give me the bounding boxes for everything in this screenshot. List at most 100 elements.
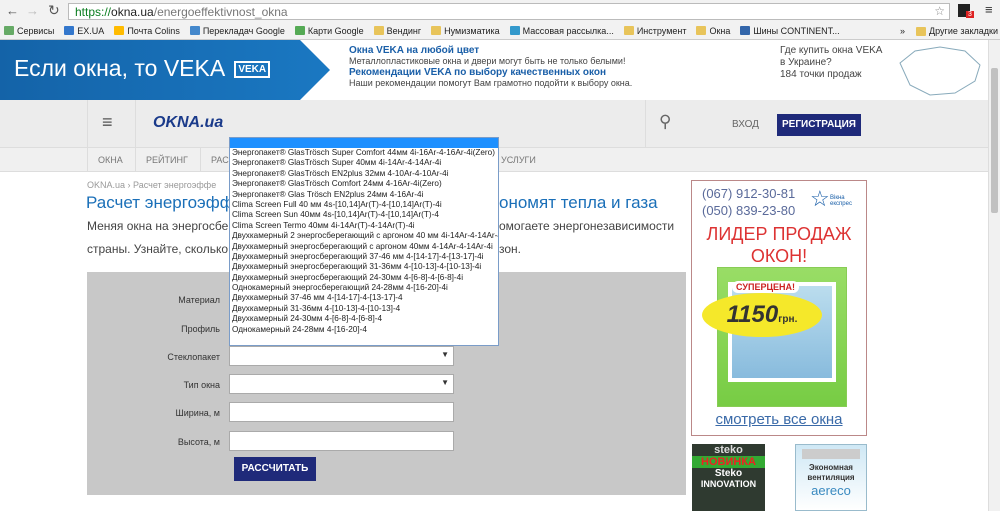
steko-new: НОВИНКА <box>692 456 765 468</box>
bookmark-item[interactable]: Почта Colins <box>114 26 180 36</box>
ad-phone: (067) 912-30-81 <box>702 186 796 201</box>
bookmark-item[interactable]: Перекладач Google <box>189 25 285 36</box>
menu-icon[interactable]: ≡ <box>985 2 993 17</box>
page-scrollbar[interactable] <box>988 40 1000 511</box>
dropdown-option[interactable]: Двухкамерный 24-30мм 4-[6-8]-4-[6-8]-4 <box>230 314 498 324</box>
dropdown-option[interactable]: Однокамерный 24-28мм 4-[16-20]-4 <box>230 325 498 335</box>
height-label: Высота, м <box>177 437 220 447</box>
bookmark-item[interactable]: Шины CONTINENT... <box>740 26 840 36</box>
other-bookmarks[interactable]: » Другие закладки <box>900 26 998 36</box>
width-input[interactable] <box>229 402 454 422</box>
bookmark-folder[interactable]: Вендинг <box>373 25 422 36</box>
calculate-button[interactable]: РАССЧИТАТЬ <box>234 457 316 481</box>
dropdown-option[interactable]: Двухкамерный энергосберегающий с аргоном… <box>230 242 498 252</box>
folder-icon <box>431 26 442 35</box>
ad-phone: (050) 839-23-80 <box>702 203 796 218</box>
nav-item-okna[interactable]: ОКНА <box>87 148 133 172</box>
bookmark-label: Вендинг <box>386 25 422 36</box>
banner-slogan-block: Если окна, то VEKA VEKA <box>0 40 330 100</box>
ad-link-all-windows[interactable]: смотреть все окна <box>692 411 866 428</box>
dropdown-option[interactable]: Clima Screen Sun 40мм 4s-[10,14]Ar(T)-4-… <box>230 210 498 220</box>
dropdown-option[interactable] <box>230 138 498 148</box>
ad-brand: Вікна експрес <box>830 195 852 207</box>
aereco-ad[interactable]: Экономная вентиляция aereco <box>795 444 867 511</box>
ad-headline: ЛИДЕР ПРОДАЖ <box>706 224 852 244</box>
search-icon[interactable]: ⚲ <box>659 112 671 132</box>
intro-text: зон. <box>499 242 522 256</box>
glazing-select[interactable]: ▼ <box>229 346 454 366</box>
folder-icon <box>373 26 384 35</box>
height-input[interactable] <box>229 431 454 451</box>
banner-where: в Украине? <box>780 57 832 68</box>
dropdown-option[interactable]: Энергопакет® GlasTrösch Super Comfort 44… <box>230 148 498 158</box>
breadcrumb[interactable]: OKNA.ua › Расчет энергоэффе <box>87 180 216 190</box>
bookmark-label: Перекладач Google <box>202 25 285 36</box>
dropdown-option[interactable]: Однокамерный энергосберегающий 24-28мм 4… <box>230 283 498 293</box>
bookmark-label: Нумизматика <box>444 25 500 36</box>
site-logo[interactable]: OKNA.ua <box>153 114 223 132</box>
bookmarks-bar: Сервисы EX.UA Почта Colins Перекладач Go… <box>0 22 1000 40</box>
bookmark-star-icon[interactable]: ☆ <box>934 4 945 18</box>
dropdown-option[interactable]: Энергопакет® GlasTrösch Super 40мм 4i-14… <box>230 158 498 168</box>
register-button[interactable]: РЕГИСТРАЦИЯ <box>777 114 861 136</box>
site-icon <box>114 26 125 35</box>
bookmark-label: EX.UA <box>77 25 105 36</box>
nav-item-rating[interactable]: РЕЙТИНГ <box>135 148 198 172</box>
width-label: Ширина, м <box>175 408 220 418</box>
back-icon[interactable]: ← <box>6 3 19 18</box>
intro-text: Меняя окна на энергосбере <box>87 219 242 233</box>
url-path: /energoeffektivnost_okna <box>153 5 288 19</box>
bookmark-folder[interactable]: Инструмент <box>623 26 686 36</box>
banner-points: 184 точки продаж <box>780 69 862 80</box>
bookmark-folder[interactable]: Нумизматика <box>431 26 500 36</box>
banner-text: Металлопластиковые окна и двери могут бы… <box>349 56 626 66</box>
login-link[interactable]: ВХОД <box>732 119 759 130</box>
window-type-select[interactable]: ▼ <box>229 374 454 394</box>
ad-currency: грн. <box>778 314 798 325</box>
dropdown-option[interactable]: Двухкамерный энергосберегающий 31-36мм 4… <box>230 262 498 272</box>
reload-icon[interactable]: ↻ <box>48 2 60 19</box>
bookmark-item[interactable]: EX.UA <box>64 26 104 36</box>
dropdown-option[interactable]: Двухкамерный 31-36мм 4-[10-13]-4-[10-13]… <box>230 304 498 314</box>
steko-name: INNOVATION <box>700 479 757 489</box>
scrollbar-thumb[interactable] <box>991 68 998 213</box>
glazing-label: Стеклопакет <box>167 352 220 362</box>
bookmark-folder[interactable]: Окна <box>696 26 730 36</box>
forward-icon[interactable]: → <box>26 3 39 18</box>
bookmark-item[interactable]: Карти Google <box>294 26 364 36</box>
veka-banner[interactable]: Если окна, то VEKA VEKA Окна VEKA на люб… <box>0 40 988 100</box>
dropdown-option[interactable]: Двухкамерный 37-46 мм 4-[14-17]-4-[13-17… <box>230 293 498 303</box>
bookmark-item[interactable]: Сервисы <box>4 26 54 36</box>
ad-headline: ОКОН! <box>750 246 808 266</box>
address-bar[interactable]: https://okna.ua/energoeffektivnost_okna … <box>68 3 950 20</box>
banner-link-recommendations[interactable]: Рекомендации VEKA по выбору качественных… <box>349 67 632 78</box>
steko-logo: steko <box>714 444 743 456</box>
banner-link-color[interactable]: Окна VEKA на любой цвет <box>349 45 632 56</box>
dropdown-option[interactable]: Двухкамерный 2 энергосберегающий с аргон… <box>230 231 498 241</box>
extension-badge: 3 <box>966 11 974 18</box>
dropdown-option[interactable]: Clima Screen Termo 40мм 4i-14Ar(T)-4-14A… <box>230 221 498 231</box>
url-scheme: https:// <box>75 5 112 19</box>
steko-ad[interactable]: steko НОВИНКА Steko INNOVATION <box>692 444 765 511</box>
ukraine-map-icon <box>899 46 981 96</box>
bookmark-item[interactable]: Массовая рассылка... <box>509 26 614 36</box>
dropdown-option[interactable]: Двухкамерный энергосберегающий 24-30мм 4… <box>230 273 498 283</box>
dropdown-option[interactable]: Clima Screen Full 40 мм 4s-[10,14]Ar(T)-… <box>230 200 498 210</box>
dropdown-arrow-icon: ▼ <box>441 350 449 359</box>
banner-where: Где купить окна VEKA <box>780 45 883 56</box>
aereco-logo: aereco <box>811 483 851 498</box>
folder-icon <box>623 26 634 35</box>
windows-ad[interactable]: (067) 912-30-81 (050) 839-23-80 ☆ Вікна е… <box>691 180 867 436</box>
dropdown-option[interactable]: Энергопакет® GlasTrösch Comfort 24мм 4-1… <box>230 179 498 189</box>
glazing-dropdown-list[interactable]: Энергопакет® GlasTrösch Super Comfort 44… <box>229 137 499 346</box>
dropdown-option[interactable]: Двухкамерный энергосберегающий 37-46 мм … <box>230 252 498 262</box>
dropdown-option[interactable]: Энергопакет® GlasTrösch EN2plus 32мм 4-1… <box>230 169 498 179</box>
hamburger-menu-icon[interactable]: ≡ <box>102 112 113 133</box>
ad-promo: СУПЕРЦЕНА! <box>732 281 800 293</box>
banner-text: Наши рекомендации помогут Вам грамотно п… <box>349 78 633 88</box>
window-type-label: Тип окна <box>183 380 220 390</box>
site-icon <box>509 26 520 35</box>
dropdown-option[interactable]: Энергопакет® Glas Trösch EN2plus 24мм 4-… <box>230 190 498 200</box>
veka-logo: VEKA <box>234 61 271 79</box>
aereco-text: Экономная <box>809 463 853 472</box>
